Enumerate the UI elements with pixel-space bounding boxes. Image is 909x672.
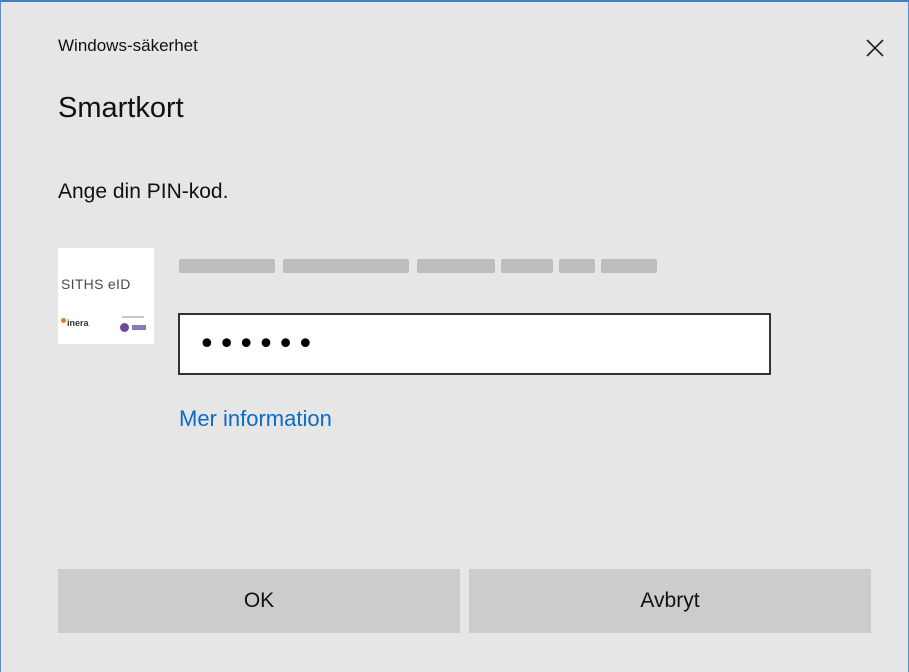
ok-button[interactable]: OK (58, 569, 460, 633)
pin-instruction: Ange din PIN-kod. (58, 180, 229, 203)
partner-logo (120, 316, 148, 332)
close-icon (866, 39, 884, 57)
pin-input[interactable] (178, 313, 771, 375)
more-information-link[interactable]: Mer information (179, 406, 332, 432)
windows-security-dialog: Windows-säkerhet Smartkort Ange din PIN-… (0, 0, 909, 672)
cancel-button[interactable]: Avbryt (469, 569, 871, 633)
window-title: Windows-säkerhet (58, 36, 198, 55)
close-button[interactable] (859, 32, 891, 64)
redacted-certificate-name (179, 255, 693, 277)
inera-logo: inera (61, 318, 89, 328)
dialog-heading: Smartkort (58, 92, 184, 124)
card-logo-text: SITHS eID (61, 276, 131, 292)
siths-eid-logo: SITHS eID inera (58, 248, 154, 344)
